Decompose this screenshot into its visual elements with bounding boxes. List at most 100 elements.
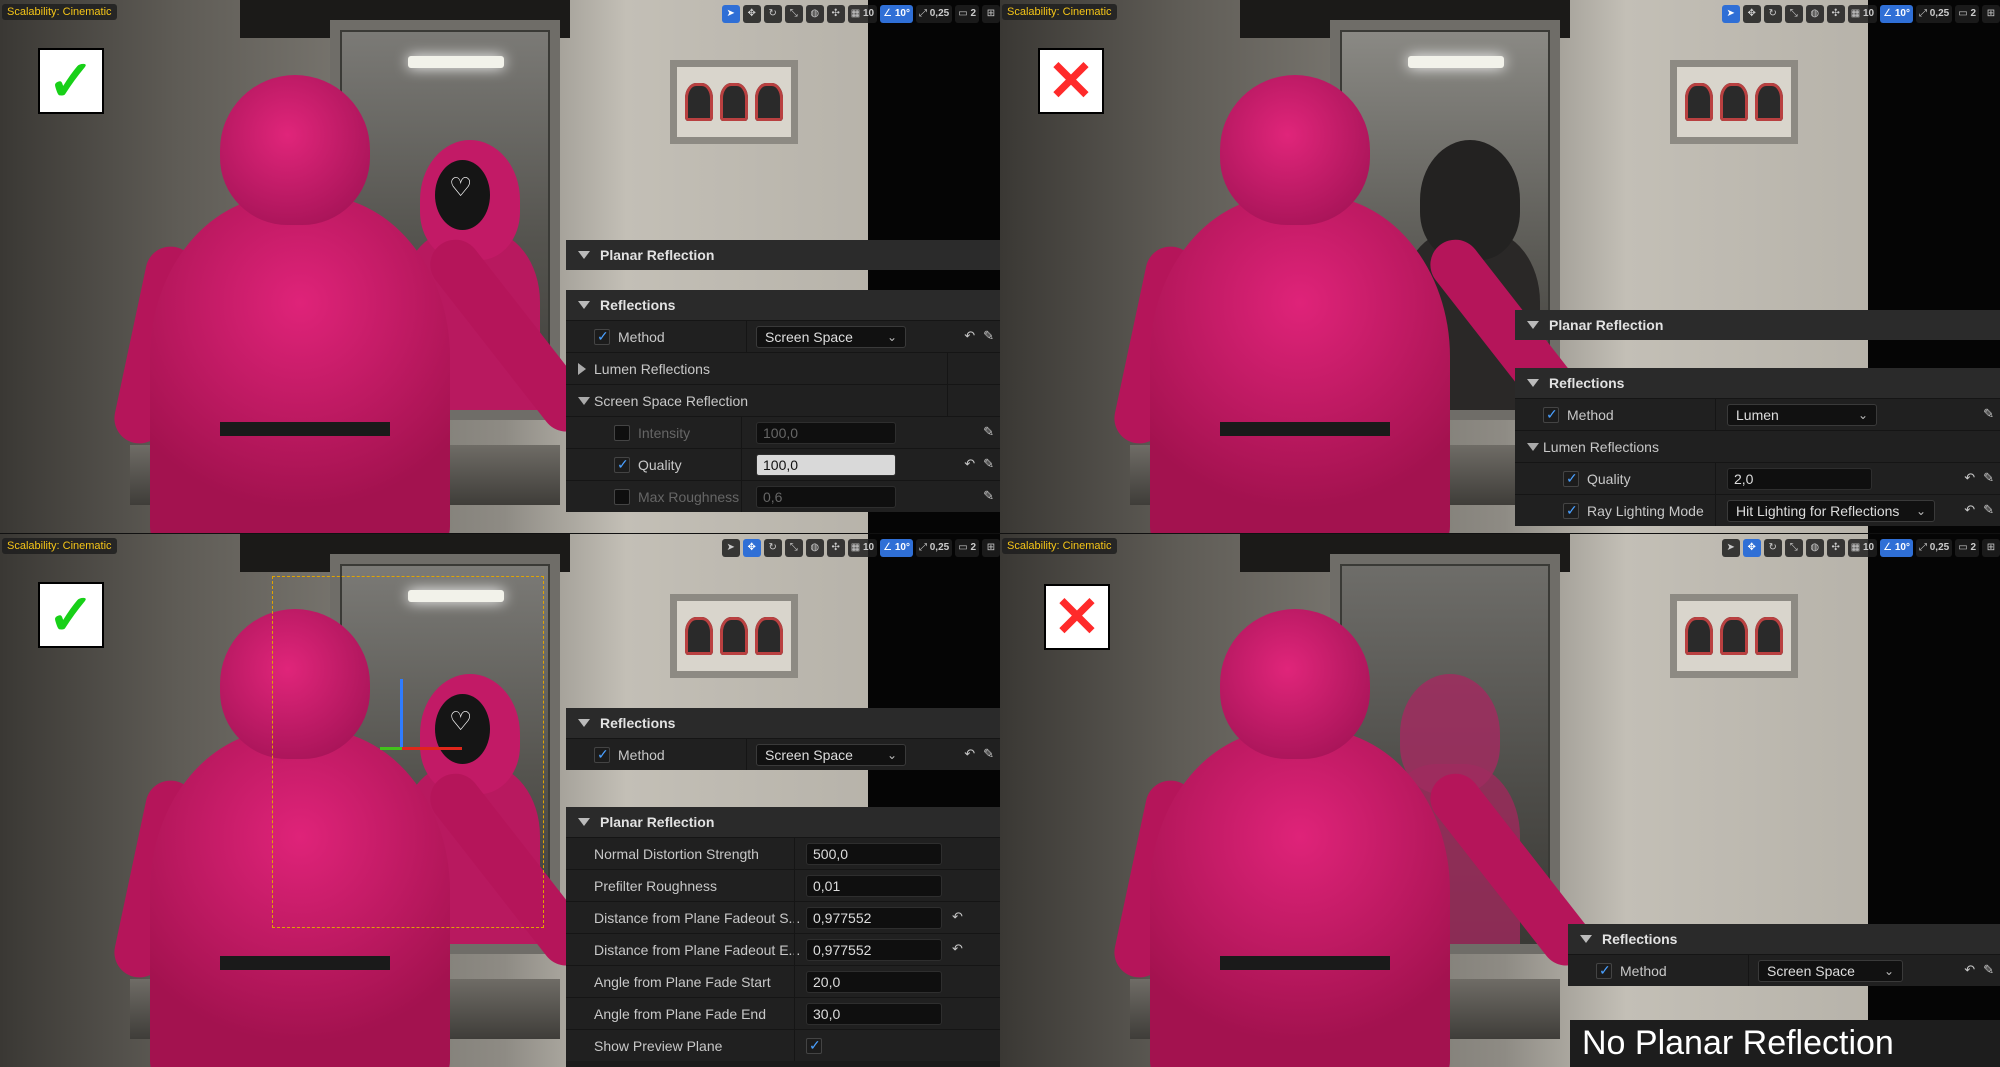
method-dropdown[interactable]: Screen Space ⌄ (756, 744, 906, 766)
pin-icon[interactable]: ✎ (1983, 962, 1994, 978)
scale-tool-icon[interactable]: ⤡ (784, 539, 803, 557)
row-ssr[interactable]: Screen Space Reflection (566, 384, 1000, 416)
normal-distortion-field[interactable]: 500,0 (806, 843, 942, 865)
reset-icon[interactable]: ↶ (1964, 470, 1975, 486)
scale-tool-icon[interactable]: ⤡ (1784, 5, 1803, 23)
quality-field[interactable]: 100,0 (756, 454, 896, 476)
pin-icon[interactable]: ✎ (1983, 406, 1994, 422)
layout-icon[interactable]: ⊞ (982, 5, 1000, 23)
select-tool-icon[interactable]: ➤ (721, 539, 740, 557)
camera-speed[interactable]: ▭ 2 (955, 5, 979, 23)
ray-lighting-dropdown[interactable]: Hit Lighting for Reflections ⌄ (1727, 500, 1935, 522)
max-roughness-checkbox[interactable] (614, 489, 630, 505)
world-icon[interactable]: ◍ (1805, 539, 1824, 557)
move-tool-icon[interactable]: ✥ (742, 539, 761, 557)
scale-tool-icon[interactable]: ⤡ (1784, 539, 1803, 557)
pin-icon[interactable]: ✎ (983, 424, 994, 440)
move-tool-icon[interactable]: ✥ (1742, 539, 1761, 557)
section-reflections[interactable]: Reflections (566, 708, 1000, 738)
viewport-top-left[interactable]: ♡ Scalability: Cinematic ➤ ✥ ↻ ⤡ ◍ ✣ ▦ 1… (0, 0, 1000, 533)
angle-snap[interactable]: ∠ 10° (1880, 539, 1913, 557)
move-tool-icon[interactable]: ✥ (1742, 5, 1761, 23)
intensity-field[interactable]: 100,0 (756, 422, 896, 444)
surface-snap-icon[interactable]: ✣ (826, 539, 845, 557)
scale-snap[interactable]: ⤢ 0,25 (1915, 539, 1953, 557)
fadeout-end-field[interactable]: 0,977552 (806, 939, 942, 961)
camera-speed[interactable]: ▭ 2 (1955, 539, 1979, 557)
grid-snap[interactable]: ▦ 10 (847, 5, 878, 23)
section-reflections[interactable]: Reflections (1515, 368, 2000, 398)
surface-snap-icon[interactable]: ✣ (1826, 539, 1845, 557)
pin-icon[interactable]: ✎ (983, 488, 994, 504)
layout-icon[interactable]: ⊞ (982, 539, 1000, 557)
rotate-tool-icon[interactable]: ↻ (1763, 539, 1782, 557)
rotate-tool-icon[interactable]: ↻ (763, 5, 782, 23)
pin-icon[interactable]: ✎ (983, 328, 994, 344)
section-reflections[interactable]: Reflections (566, 290, 1000, 320)
select-tool-icon[interactable]: ➤ (1721, 5, 1740, 23)
grid-snap[interactable]: ▦ 10 (1847, 539, 1878, 557)
row-lumen-reflections[interactable]: Lumen Reflections (566, 352, 1000, 384)
world-icon[interactable]: ◍ (805, 5, 824, 23)
method-dropdown[interactable]: Screen Space ⌄ (1758, 960, 1903, 982)
reset-icon[interactable]: ↶ (952, 941, 963, 957)
method-dropdown[interactable]: Screen Space ⌄ (756, 326, 906, 348)
reset-icon[interactable]: ↶ (1964, 962, 1975, 978)
pin-icon[interactable]: ✎ (1983, 502, 1994, 518)
viewport-bottom-right[interactable]: Scalability: Cinematic ➤ ✥ ↻ ⤡ ◍ ✣ ▦ 10 … (1000, 534, 2000, 1067)
scalability-label[interactable]: Scalability: Cinematic (2, 4, 117, 20)
world-icon[interactable]: ◍ (805, 539, 824, 557)
scalability-label[interactable]: Scalability: Cinematic (1002, 538, 1117, 554)
section-planar-reflection[interactable]: Planar Reflection (1515, 310, 2000, 340)
scale-tool-icon[interactable]: ⤡ (784, 5, 803, 23)
section-planar-reflection[interactable]: Planar Reflection (566, 240, 1000, 270)
method-checkbox[interactable] (594, 328, 610, 345)
fadeout-start-field[interactable]: 0,977552 (806, 907, 942, 929)
quality-field[interactable]: 2,0 (1727, 468, 1872, 490)
preview-plane-checkbox[interactable] (806, 1037, 822, 1054)
scalability-label[interactable]: Scalability: Cinematic (1002, 4, 1117, 20)
viewport-bottom-left[interactable]: ♡ Scalability: Cinematic ➤ ✥ ↻ ⤡ ◍ ✣ ▦ 1… (0, 534, 1000, 1067)
angle-fade-end-field[interactable]: 30,0 (806, 1003, 942, 1025)
scalability-label[interactable]: Scalability: Cinematic (2, 538, 117, 554)
transform-gizmo[interactable] (380, 679, 470, 769)
rotate-tool-icon[interactable]: ↻ (763, 539, 782, 557)
rotate-tool-icon[interactable]: ↻ (1763, 5, 1782, 23)
reset-icon[interactable]: ↶ (1964, 502, 1975, 518)
max-roughness-field[interactable]: 0,6 (756, 486, 896, 508)
method-dropdown[interactable]: Lumen ⌄ (1727, 404, 1877, 426)
reset-icon[interactable]: ↶ (964, 456, 975, 472)
layout-icon[interactable]: ⊞ (1982, 5, 2000, 23)
method-checkbox[interactable] (594, 746, 610, 763)
angle-fade-start-field[interactable]: 20,0 (806, 971, 942, 993)
section-planar-reflection[interactable]: Planar Reflection (566, 807, 1000, 837)
reset-icon[interactable]: ↶ (964, 328, 975, 344)
layout-icon[interactable]: ⊞ (1982, 539, 2000, 557)
intensity-checkbox[interactable] (614, 425, 630, 441)
grid-snap[interactable]: ▦ 10 (847, 539, 878, 557)
pin-icon[interactable]: ✎ (1983, 470, 1994, 486)
camera-speed[interactable]: ▭ 2 (1955, 5, 1979, 23)
select-tool-icon[interactable]: ➤ (1721, 539, 1740, 557)
angle-snap[interactable]: ∠ 10° (1880, 5, 1913, 23)
method-checkbox[interactable] (1596, 962, 1612, 979)
reset-icon[interactable]: ↶ (964, 746, 975, 762)
quality-checkbox[interactable] (614, 456, 630, 473)
select-tool-icon[interactable]: ➤ (721, 5, 740, 23)
scale-snap[interactable]: ⤢ 0,25 (915, 5, 953, 23)
viewport-top-right[interactable]: Scalability: Cinematic ➤ ✥ ↻ ⤡ ◍ ✣ ▦ 10 … (1000, 0, 2000, 533)
section-reflections[interactable]: Reflections (1568, 924, 2000, 954)
reset-icon[interactable]: ↶ (952, 909, 963, 925)
surface-snap-icon[interactable]: ✣ (1826, 5, 1845, 23)
move-tool-icon[interactable]: ✥ (742, 5, 761, 23)
prefilter-roughness-field[interactable]: 0,01 (806, 875, 942, 897)
angle-snap[interactable]: ∠ 10° (880, 539, 913, 557)
method-checkbox[interactable] (1543, 406, 1559, 423)
pin-icon[interactable]: ✎ (983, 746, 994, 762)
ray-lighting-checkbox[interactable] (1563, 502, 1579, 519)
quality-checkbox[interactable] (1563, 470, 1579, 487)
pin-icon[interactable]: ✎ (983, 456, 994, 472)
scale-snap[interactable]: ⤢ 0,25 (915, 539, 953, 557)
scale-snap[interactable]: ⤢ 0,25 (1915, 5, 1953, 23)
surface-snap-icon[interactable]: ✣ (826, 5, 845, 23)
